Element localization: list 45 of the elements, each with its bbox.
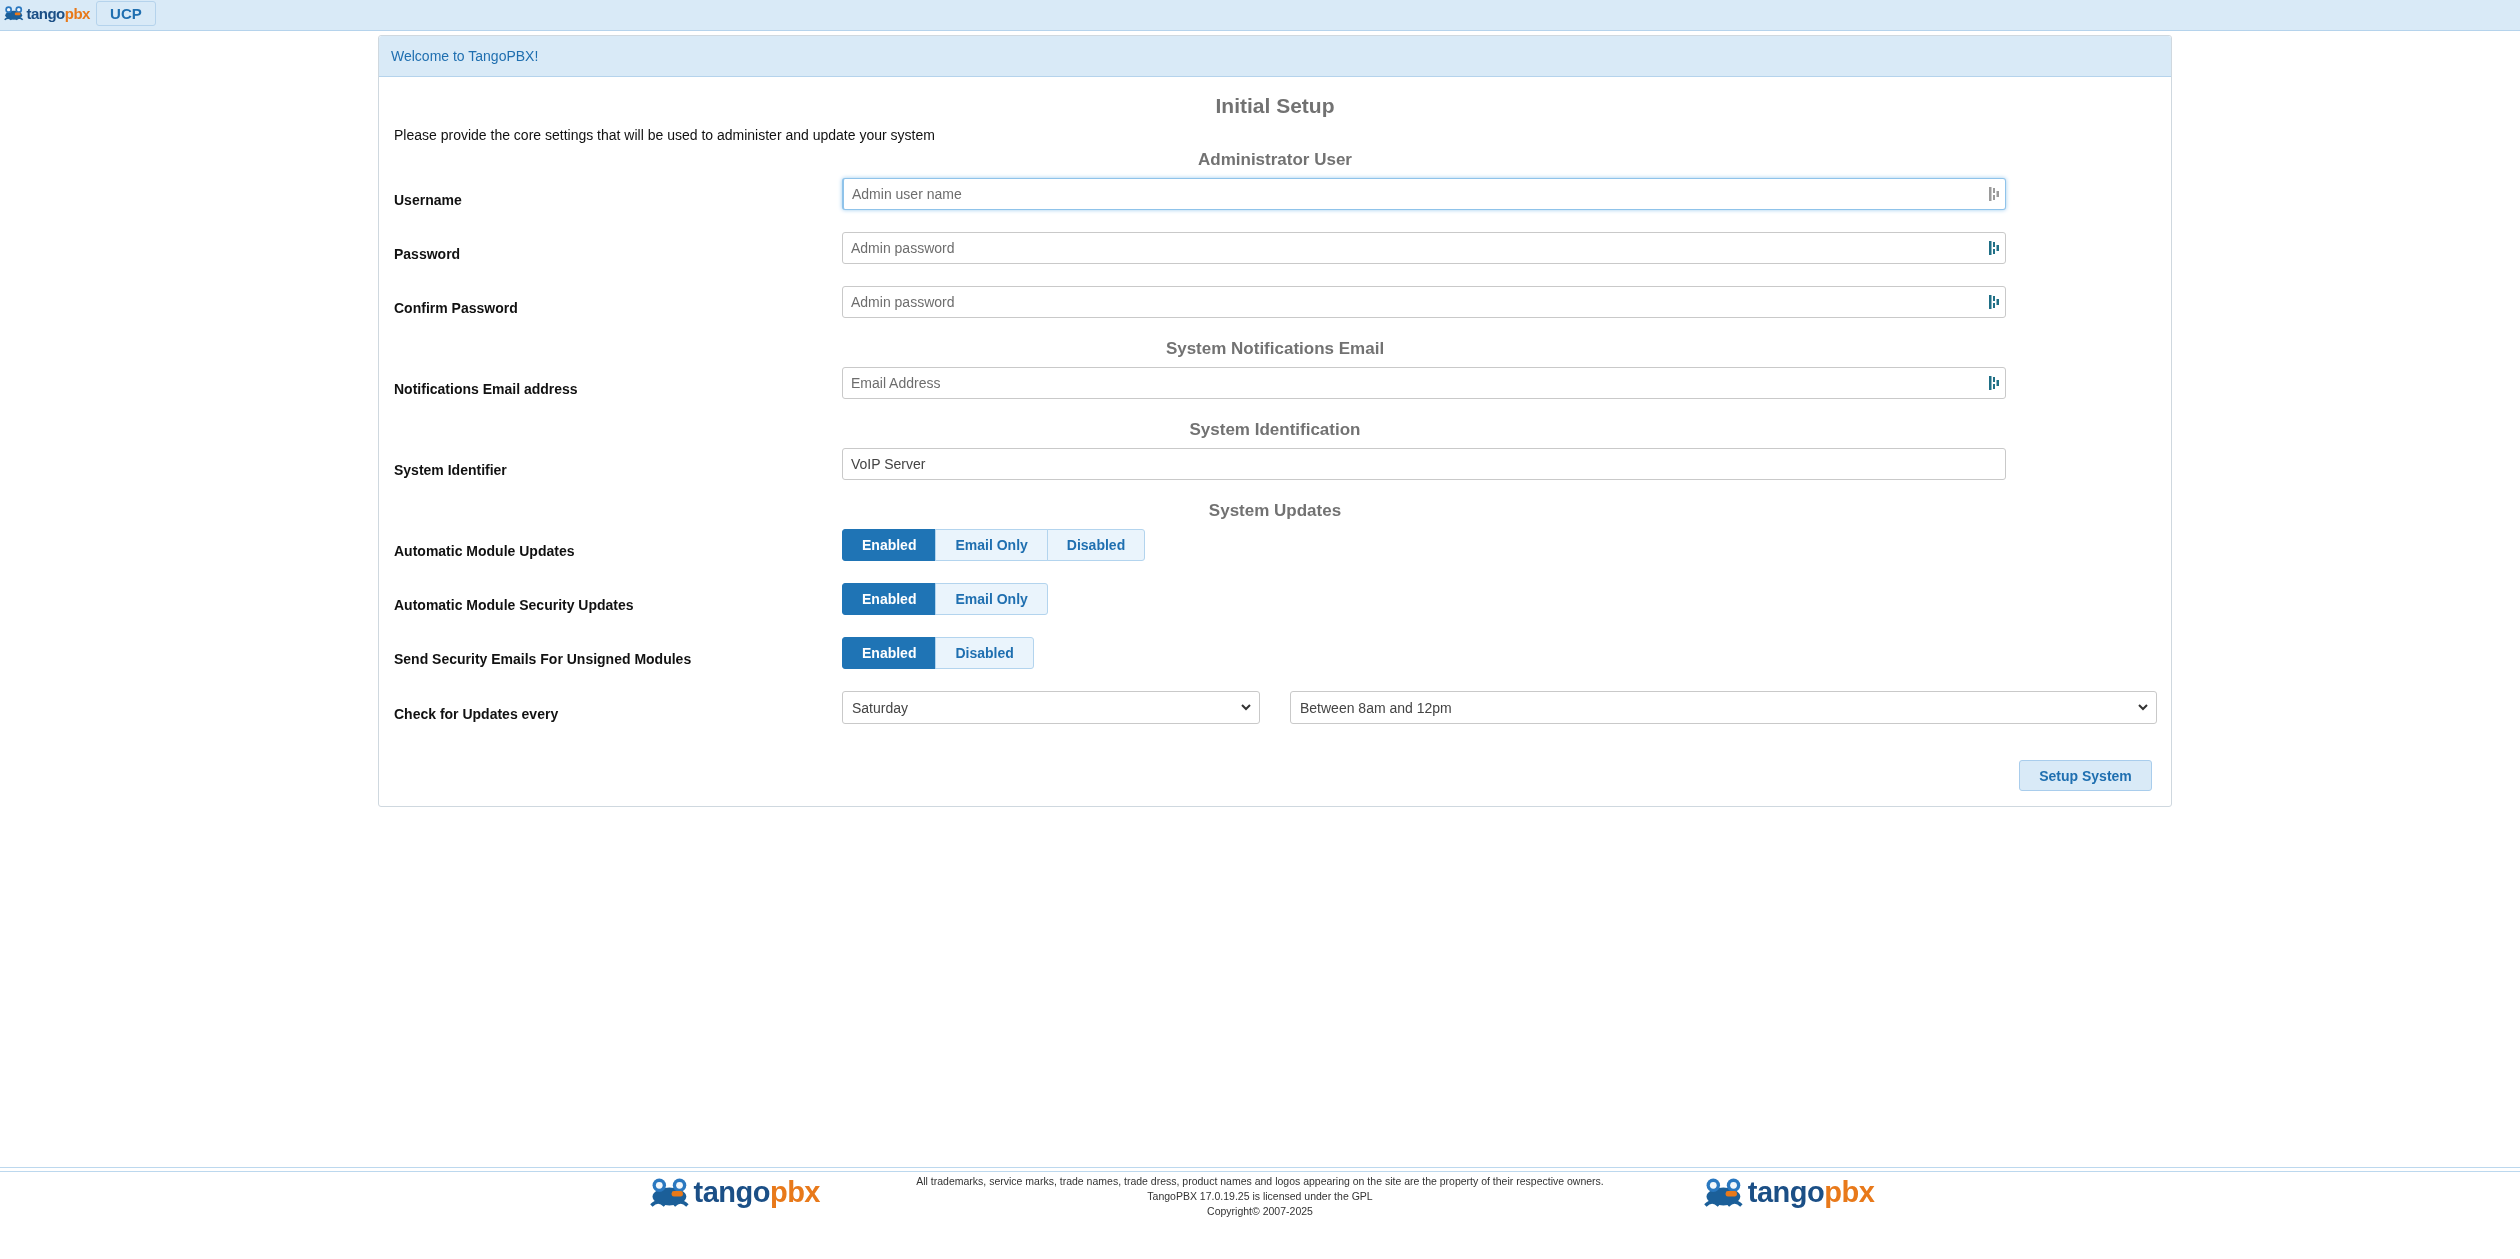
frog-icon [2,4,26,22]
bars-icon[interactable] [1989,187,1999,201]
input-field[interactable]: Admin password [842,232,2006,264]
chevron-down-icon [2138,704,2148,711]
section-heading: System Notifications Email [1164,338,1386,360]
field-label: Confirm Password [394,299,519,316]
field-label: Automatic Module Updates [394,542,576,559]
field-label: Notifications Email address [394,380,579,397]
input-field[interactable]: VoIP Server [842,448,2006,480]
field-label: System Identifier [394,461,508,478]
nav-tab[interactable]: UCP [95,1,156,26]
toggle-option[interactable]: Enabled [842,637,937,669]
logo-text: tangopbx [693,1175,820,1209]
dropdown[interactable]: Saturday [842,691,1260,724]
toggle-option[interactable]: Disabled [935,637,1034,669]
page-title: Initial Setup [1214,93,1336,119]
dropdown[interactable]: Between 8am and 12pm [1290,691,2157,724]
field-label: Password [394,245,462,262]
toggle-option[interactable]: Enabled [842,529,937,561]
toggle-option[interactable]: Email Only [935,583,1048,615]
description-text: Please provide the core settings that will be used to administer and update your system [394,126,936,145]
toggle-option[interactable]: Disabled [1046,529,1146,561]
input-field[interactable]: Email Address [842,367,2006,399]
section-heading: System Identification [1188,419,1362,441]
toggle-option[interactable]: Enabled [842,583,937,615]
logo-text: tangopbx [26,4,90,22]
logo-text: tangopbx [1747,1175,1875,1209]
bars-icon[interactable] [1989,376,1999,390]
bars-icon[interactable] [1989,241,1999,255]
input-field[interactable]: Admin password [842,286,2006,318]
section-heading: System Updates [1207,500,1343,522]
field-label: Send Security Emails For Unsigned Modules [394,650,693,667]
panel-heading: Welcome to TangoPBX! [379,36,2171,77]
setup-system-button[interactable]: Setup System [2019,760,2152,791]
input-field[interactable]: Admin user name [842,178,2006,210]
footer-text: Copyright© 2007-2025 [1206,1204,1314,1219]
field-label: Check for Updates every [394,704,560,722]
bars-icon[interactable] [1989,295,1999,309]
field-label: Username [394,191,463,208]
section-heading: Administrator User [1197,149,1353,171]
chevron-down-icon [1241,704,1251,711]
footer-text: TangoPBX 17.0.19.25 is licensed under the GPL [1146,1189,1374,1204]
field-label: Automatic Module Security Updates [394,596,635,613]
footer-text: All trademarks, service marks, trade names, trade dress, product names and logos appearing on the site are the property of their respective owners. [915,1174,1605,1189]
toggle-option[interactable]: Email Only [935,529,1048,561]
